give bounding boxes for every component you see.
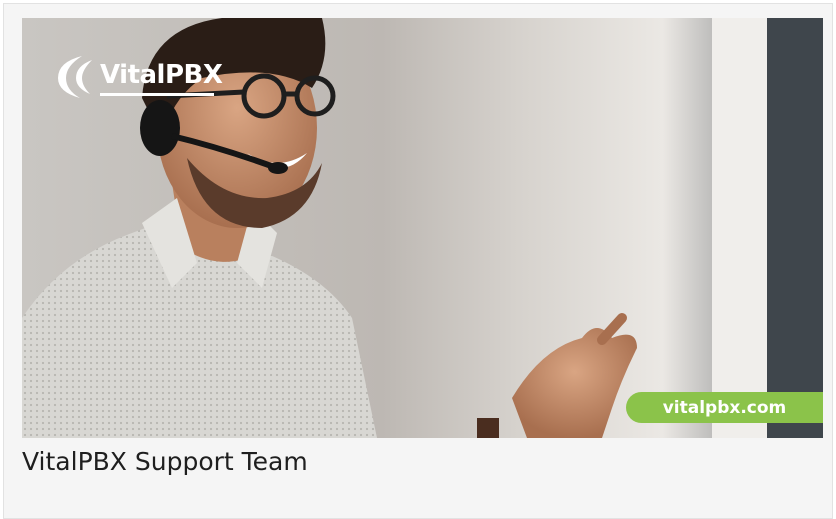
logo-text: VitalPBX: [100, 60, 223, 96]
vitalpbx-logo: VitalPBX: [52, 52, 232, 100]
card-caption: VitalPBX Support Team: [22, 447, 308, 476]
support-agent-image: VitalPBX vitalpbx.com: [22, 18, 823, 438]
logo-mark-icon: [58, 56, 92, 98]
website-badge: vitalpbx.com: [626, 392, 823, 423]
website-badge-label: vitalpbx.com: [662, 397, 787, 418]
team-card: VitalPBX vitalpbx.com VitalPBX Support T…: [3, 3, 833, 519]
